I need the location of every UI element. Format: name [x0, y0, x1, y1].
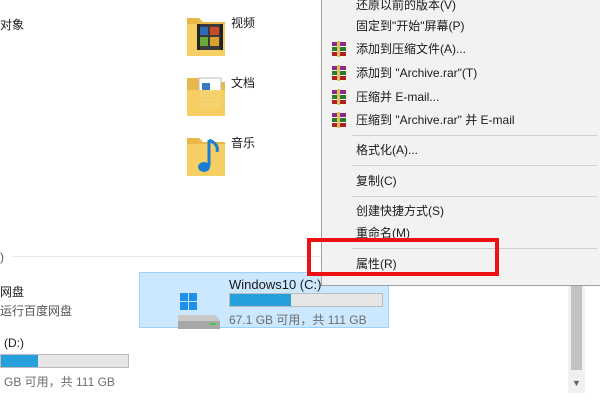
drive-d-name[interactable]: (D:)	[4, 336, 24, 350]
section-header-devices[interactable]: )	[0, 250, 4, 264]
menu-item-format[interactable]: 格式化(A)...	[322, 139, 600, 161]
menu-item-copy[interactable]: 复制(C)	[322, 170, 600, 192]
menu-item-label: 添加到 "Archive.rar"(T)	[356, 66, 478, 80]
folder-documents-label: 文档	[231, 76, 256, 90]
drive-d-usage-fill	[1, 355, 38, 367]
documents-folder-icon	[187, 77, 225, 116]
menu-item-compress-to-rar-and-email[interactable]: 压缩到 "Archive.rar" 并 E-mail	[322, 109, 600, 131]
menu-item-label: 固定到"开始"屏幕(P)	[356, 19, 465, 33]
winrar-icon	[332, 112, 346, 128]
drive-d-usage-bar	[0, 354, 129, 368]
folder-videos-label: 视频	[231, 16, 256, 30]
drive-c-name[interactable]: Windows10 (C:)	[229, 277, 321, 292]
drive-c-space-info: 67.1 GB 可用，共 111 GB	[229, 313, 367, 327]
menu-item-label: 复制(C)	[356, 174, 397, 188]
scroll-down-arrow-icon[interactable]: ▼	[570, 377, 583, 389]
winrar-icon	[332, 65, 346, 81]
menu-item-label: 添加到压缩文件(A)...	[356, 42, 466, 56]
windows-drive-icon	[178, 293, 220, 329]
menu-item-compress-and-email[interactable]: 压缩并 E-mail...	[322, 86, 600, 108]
folder-documents[interactable]: 文档	[185, 70, 295, 126]
menu-item-add-to-archive[interactable]: 添加到压缩文件(A)...	[322, 38, 600, 60]
menu-separator	[352, 165, 597, 166]
menu-item-label: 压缩到 "Archive.rar" 并 E-mail	[356, 113, 515, 127]
drive-c-usage-fill	[230, 294, 291, 306]
netdisk-name[interactable]: 网盘	[0, 283, 24, 300]
folder-music-label: 音乐	[231, 136, 256, 150]
menu-item-label: 创建快捷方式(S)	[356, 204, 444, 218]
winrar-icon	[332, 89, 346, 105]
menu-item-restore-previous-versions[interactable]: 还原以前的版本(V)	[322, 0, 600, 16]
menu-separator	[352, 196, 597, 197]
menu-separator	[352, 135, 597, 136]
menu-item-label: 格式化(A)...	[356, 143, 418, 157]
drive-c-usage-bar	[229, 293, 383, 307]
folder-videos[interactable]: 视频	[185, 10, 295, 66]
drive-d-space-info: GB 可用，共 111 GB	[4, 375, 115, 389]
objects-folder-label[interactable]: 对象	[0, 16, 24, 33]
menu-item-label: 还原以前的版本(V)	[356, 0, 456, 12]
winrar-icon	[332, 41, 346, 57]
netdisk-description: 运行百度网盘	[0, 304, 73, 318]
menu-item-pin-to-start[interactable]: 固定到"开始"屏幕(P)	[322, 15, 600, 37]
menu-item-add-to-archive-rar[interactable]: 添加到 "Archive.rar"(T)	[322, 62, 600, 84]
video-folder-icon	[187, 18, 225, 56]
menu-item-label: 压缩并 E-mail...	[356, 90, 440, 104]
menu-item-create-shortcut[interactable]: 创建快捷方式(S)	[322, 200, 600, 222]
music-folder-icon	[187, 138, 225, 176]
properties-highlight-box	[307, 238, 499, 276]
folder-music[interactable]: 音乐	[185, 130, 295, 186]
